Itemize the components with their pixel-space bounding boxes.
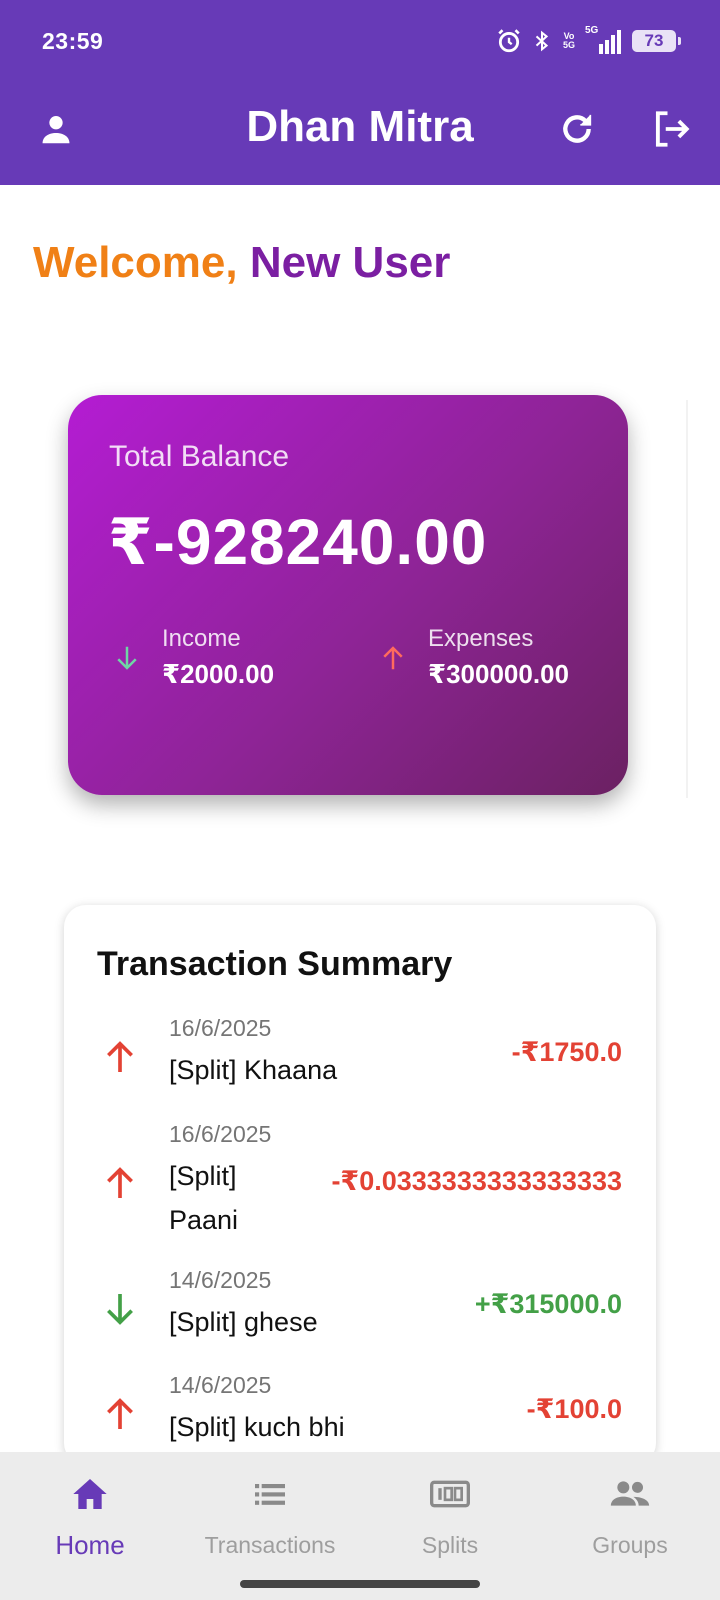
app-title: Dhan Mitra (246, 102, 474, 151)
app-bar: 23:59 Vo 5G 5G 73 Dhan Mitra (0, 0, 720, 185)
transaction-row[interactable]: 14/6/2025 [Split] kuch bhi -₹100.0 (64, 1372, 656, 1462)
signal-indicator: 5G (585, 25, 623, 54)
list-icon (255, 1484, 285, 1505)
bluetooth-icon (535, 30, 549, 52)
transaction-description: [Split] Paani (169, 1161, 239, 1235)
nav-label-splits: Splits (421, 1532, 479, 1558)
next-card-edge (686, 400, 688, 798)
total-balance-amount: ₹-928240.00 (108, 506, 488, 578)
arrow-down-icon (117, 646, 137, 670)
total-balance-label: Total Balance (109, 440, 290, 473)
transaction-amount: -₹100.0 (526, 1394, 622, 1424)
network-type: 5G (585, 25, 599, 36)
transaction-summary-card: Transaction Summary 16/6/2025 [Split] Kh… (64, 905, 656, 1465)
transaction-date: 14/6/2025 (169, 1267, 272, 1293)
expenses-value: ₹300000.00 (428, 659, 569, 689)
arrow-up-icon (107, 1167, 133, 1198)
home-icon (73, 1479, 107, 1509)
welcome-greeting: Welcome, (33, 238, 238, 287)
groups-icon (610, 1481, 650, 1506)
transaction-summary-title: Transaction Summary (97, 945, 453, 983)
income-value: ₹2000.00 (162, 659, 275, 689)
transaction-description: [Split] kuch bhi (169, 1412, 345, 1442)
bottom-navigation: Home Transactions Splits Groups (0, 1452, 720, 1600)
arrow-up-icon (107, 1398, 133, 1429)
transaction-description: [Split] ghese (169, 1307, 318, 1337)
nav-label-transactions: Transactions (204, 1532, 336, 1558)
logout-icon (655, 111, 690, 147)
status-time: 23:59 (42, 28, 104, 54)
arrow-down-icon (107, 1294, 133, 1325)
transaction-amount: +₹315000.0 (474, 1289, 622, 1319)
nav-item-splits[interactable]: Splits (360, 1452, 540, 1572)
arrow-up-icon (107, 1041, 133, 1072)
transaction-row[interactable]: 14/6/2025 [Split] ghese +₹315000.0 (64, 1267, 656, 1357)
refresh-icon (563, 114, 592, 143)
expenses-label: Expenses (428, 625, 534, 652)
refresh-button[interactable] (549, 101, 605, 157)
welcome-user-name: New User (249, 238, 451, 287)
transaction-date: 14/6/2025 (169, 1372, 272, 1398)
transaction-amount: -₹0.0333333333333333 (331, 1166, 622, 1196)
nav-label-home: Home (55, 1530, 125, 1560)
transaction-date: 16/6/2025 (169, 1015, 272, 1041)
arrow-up-icon (383, 646, 403, 670)
alarm-icon (498, 29, 520, 53)
transaction-amount: -₹1750.0 (511, 1037, 622, 1067)
total-balance-card[interactable]: Total Balance ₹-928240.00 Income ₹2000.0… (68, 395, 628, 795)
volte-indicator: Vo 5G (562, 31, 575, 50)
gesture-home-bar[interactable] (240, 1580, 480, 1588)
nav-item-home[interactable]: Home (0, 1452, 180, 1572)
nav-label-groups: Groups (592, 1532, 668, 1558)
transaction-description: [Split] Khaana (169, 1055, 338, 1085)
welcome-heading: Welcome, New User (33, 238, 450, 288)
splits-icon (430, 1480, 470, 1508)
transaction-date: 16/6/2025 (169, 1121, 272, 1147)
income-label: Income (162, 625, 241, 652)
nav-item-transactions[interactable]: Transactions (180, 1452, 360, 1572)
logout-button[interactable] (643, 101, 699, 157)
status-icons: Vo 5G 5G 73 (496, 24, 681, 58)
battery-indicator: 73 (632, 30, 681, 52)
nav-item-groups[interactable]: Groups (540, 1452, 720, 1572)
transaction-row[interactable]: 16/6/2025 [Split] Paani -₹0.033333333333… (64, 1121, 656, 1251)
transaction-row[interactable]: 16/6/2025 [Split] Khaana -₹1750.0 (64, 1015, 656, 1105)
